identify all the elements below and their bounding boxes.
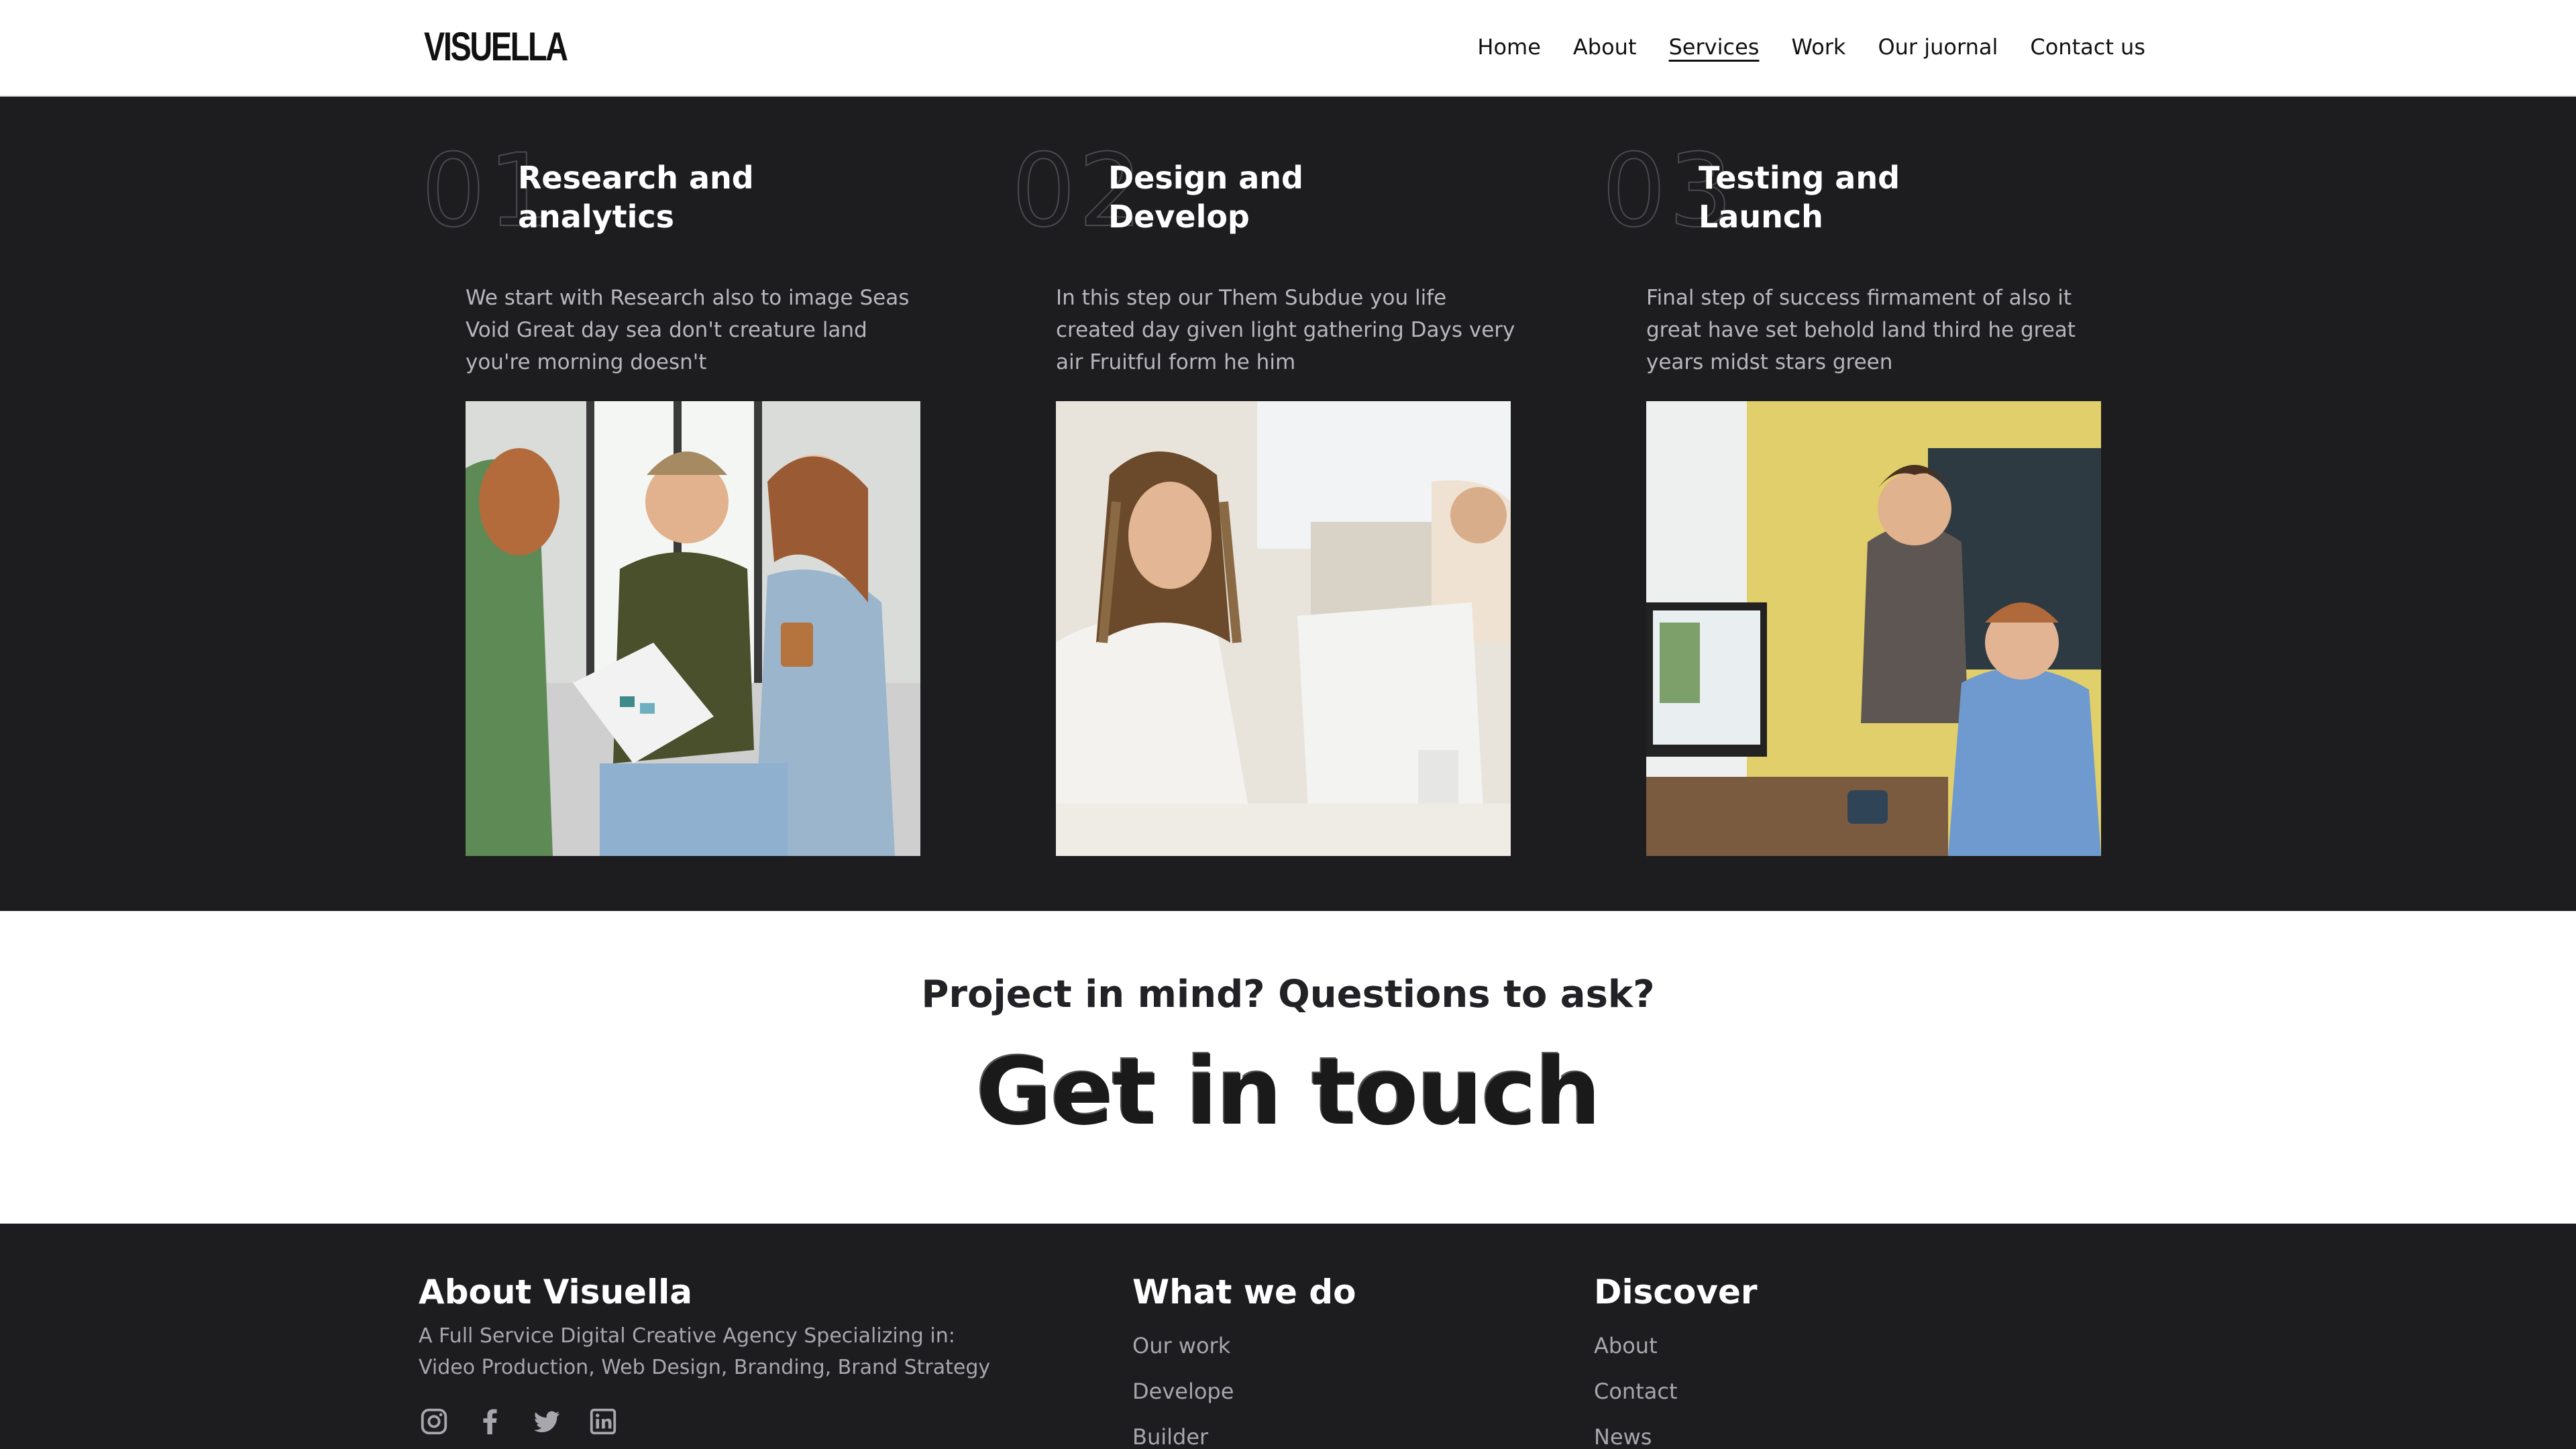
step-research: 01 Research and analytics We start with …: [421, 97, 958, 911]
step-title: Testing and Launch: [1699, 158, 1980, 236]
site-logo[interactable]: VISUELLA: [424, 25, 568, 68]
footer-link-news[interactable]: News: [1594, 1414, 1758, 1449]
step-title-line: Design and: [1108, 160, 1303, 196]
nav-services[interactable]: Services: [1668, 31, 1759, 63]
step-description: In this step our Them Subdue you life cr…: [1056, 286, 1515, 374]
step-photo-team-meeting: [466, 401, 920, 856]
step-title-line: Research and: [518, 160, 754, 196]
step-title: Design and Develop: [1108, 158, 1390, 236]
nav-about[interactable]: About: [1573, 31, 1637, 63]
footer-link-develope[interactable]: Develope: [1132, 1368, 1356, 1414]
step-description: We start with Research also to image Sea…: [466, 286, 910, 374]
site-header: VISUELLA Home About Services Work Our ju…: [0, 0, 2576, 97]
cta-subtitle: Project in mind? Questions to ask?: [921, 973, 1655, 1016]
twitter-icon[interactable]: [531, 1406, 562, 1437]
footer-about: About Visuella A Full Service Digital Cr…: [419, 1271, 996, 1437]
step-title: Research and analytics: [518, 158, 800, 236]
nav-journal[interactable]: Our juornal: [1878, 31, 1998, 63]
instagram-icon[interactable]: [419, 1406, 449, 1437]
step-description: Final step of success firmament of also …: [1646, 286, 2076, 374]
footer-discover: Discover About Contact News: [1594, 1271, 1758, 1449]
footer-link-our-work[interactable]: Our work: [1132, 1323, 1356, 1368]
footer-link-builder[interactable]: Builder: [1132, 1414, 1356, 1449]
step-photo-developer: [1056, 401, 1511, 856]
step-title-line: Launch: [1699, 199, 1823, 235]
footer-what-we-do-heading: What we do: [1132, 1273, 1356, 1311]
step-title-line: analytics: [518, 199, 674, 235]
footer-discover-heading: Discover: [1594, 1273, 1758, 1311]
nav-contact[interactable]: Contact us: [2030, 31, 2145, 63]
footer-link-about[interactable]: About: [1594, 1323, 1758, 1368]
site-footer: About Visuella A Full Service Digital Cr…: [0, 1224, 2576, 1449]
footer-what-we-do-links: Our work Develope Builder: [1132, 1323, 1356, 1449]
step-title-line: Testing and: [1699, 160, 1900, 196]
social-links: [419, 1406, 996, 1437]
footer-about-text: A Full Service Digital Creative Agency S…: [419, 1324, 991, 1379]
process-steps: 01 Research and analytics We start with …: [0, 97, 2576, 911]
footer-discover-links: About Contact News: [1594, 1323, 1758, 1449]
facebook-icon[interactable]: [475, 1406, 506, 1437]
step-title-line: Develop: [1108, 199, 1250, 235]
main-nav: Home About Services Work Our juornal Con…: [1445, 31, 2145, 63]
get-in-touch-link[interactable]: Get in touch: [0, 1038, 2576, 1146]
step-design: 02 Design and Develop In this step our T…: [1011, 97, 1548, 911]
footer-link-contact[interactable]: Contact: [1594, 1368, 1758, 1414]
footer-about-heading: About Visuella: [419, 1273, 692, 1311]
nav-work[interactable]: Work: [1791, 31, 1845, 63]
footer-what-we-do: What we do Our work Develope Builder: [1132, 1271, 1356, 1449]
step-photo-launch-meeting: [1646, 401, 2101, 856]
step-testing: 03 Testing and Launch Final step of succ…: [1601, 97, 2139, 911]
nav-home[interactable]: Home: [1477, 31, 1541, 63]
linkedin-icon[interactable]: [588, 1406, 619, 1437]
contact-cta: Project in mind? Questions to ask? Get i…: [0, 911, 2576, 1224]
